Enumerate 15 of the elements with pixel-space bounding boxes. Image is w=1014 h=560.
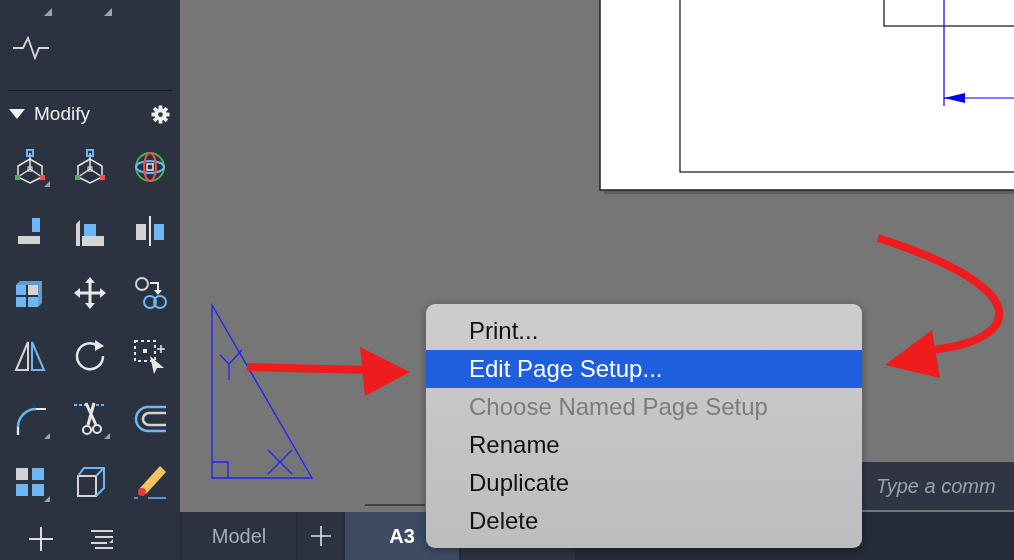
menu-item[interactable]: Rename — [426, 426, 862, 464]
activity-icon[interactable] — [13, 36, 49, 60]
layout-tab[interactable]: Model — [182, 512, 296, 560]
caret-icon[interactable] — [9, 109, 25, 119]
new-layout-button[interactable] — [298, 512, 343, 560]
menu-item[interactable]: Edit Page Setup... — [426, 350, 862, 388]
add-icon — [310, 526, 331, 546]
flyout-marker-icon — [104, 8, 112, 16]
add-icon[interactable] — [29, 527, 53, 551]
list-settings-icon[interactable] — [89, 529, 115, 549]
panel-title: Modify — [34, 103, 91, 125]
settings-icon[interactable] — [151, 104, 170, 124]
flyout-marker-icon — [44, 8, 52, 16]
menu-item[interactable]: Duplicate — [426, 464, 862, 502]
menu-item[interactable]: Print... — [426, 312, 862, 350]
